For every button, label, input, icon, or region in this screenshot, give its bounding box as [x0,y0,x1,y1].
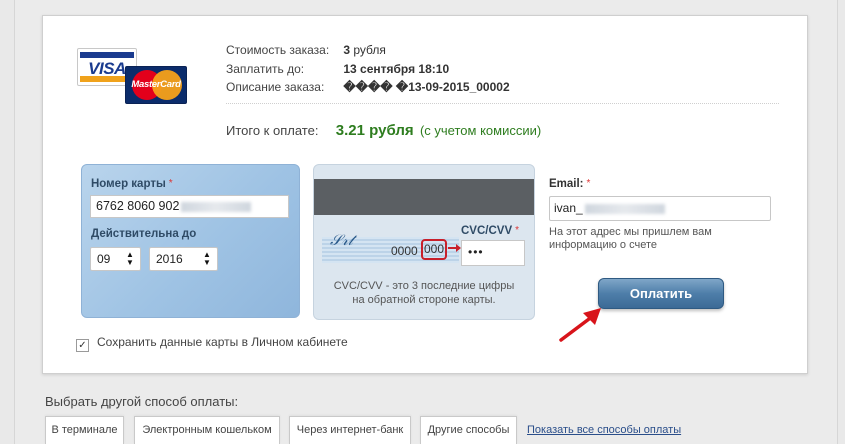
order-description-row: Описание заказа: ���� �13-09-2015_00002 [226,78,510,97]
valid-until-label: Действительна до [91,228,197,240]
card-logos: VISA MasterCard [77,48,189,106]
pay-until-label: Заплатить до: [226,61,305,76]
order-description-value: ���� �13-09-2015_00002 [343,80,510,94]
email-input[interactable]: ivan_ [549,196,771,221]
signature-icon: 𝒮𝓇𝓉 [330,231,353,249]
card-number-label: Номер карты * [91,178,173,190]
order-cost-unit: рубля [353,43,386,57]
save-card-option[interactable]: ✓ Сохранить данные карты в Личном кабинет… [76,335,348,352]
order-description-label: Описание заказа: [226,80,325,94]
tab-terminal[interactable]: В терминале [45,416,124,444]
cvc-hint: CVC/CVV - это 3 последние цифры на обрат… [333,280,515,306]
expiry-month-value: 09 [97,252,111,266]
magnetic-strip [314,179,534,215]
order-cost-row: Стоимость заказа: 3 рубля [226,41,510,60]
tab-other-methods[interactable]: Другие способы [420,416,517,444]
cvc-example-box: 000 [421,239,447,260]
expiry-year-select[interactable]: 2016 ▲ ▼ [149,247,218,271]
pay-until-value: 13 сентября 18:10 [343,61,450,76]
card-back: 𝒮𝓇𝓉 0000 000 CVC/CVV * ••• CVC/CVV - это … [313,164,535,320]
save-card-checkbox[interactable]: ✓ [76,339,89,352]
tab-e-wallet[interactable]: Электронным кошельком [134,416,280,444]
blurred-text [584,203,665,214]
expiry-year-value: 2016 [156,252,183,266]
cvc-input[interactable]: ••• [461,240,525,266]
divider [226,103,779,104]
email-label: Email: * [549,178,591,190]
total-commission-note: (с учетом комиссии) [419,123,542,138]
spinner-arrows-icon: ▲ ▼ [203,250,211,267]
order-cost-value: 3 [343,43,351,57]
show-all-methods-link[interactable]: Показать все способы оплаты [527,424,681,436]
card-back-digits: 0000 [391,244,418,258]
tab-internet-bank[interactable]: Через интернет-банк [289,416,411,444]
cvc-label: CVC/CVV * [461,225,520,237]
card-front: Номер карты * 6762 8060 902 Действительна… [81,164,300,318]
expiry-month-select[interactable]: 09 ▲ ▼ [90,247,141,271]
required-marker: * [515,225,520,236]
card-number-input[interactable]: 6762 8060 902 [90,195,289,218]
mastercard-logo: MasterCard [125,66,187,104]
order-cost-label: Стоимость заказа: [226,43,330,57]
order-info: Стоимость заказа: 3 рубля Заплатить до: … [226,41,510,97]
red-pointer-arrow-icon [559,308,601,342]
required-marker: * [168,178,173,189]
pay-button[interactable]: Оплатить [598,278,724,309]
spinner-arrows-icon: ▲ ▼ [126,250,134,267]
pay-until-row: Заплатить до: 13 сентября 18:10 [226,60,510,79]
mastercard-logo-text: MasterCard [131,79,181,90]
payment-panel: VISA MasterCard Стоимость заказа: 3 рубл… [42,15,808,374]
total-row: Итого к оплате: 3.21 рубля (с учетом ком… [226,122,541,139]
other-methods-title: Выбрать другой способ оплаты: [45,394,239,409]
email-hint: На этот адрес мы пришлем вам информацию … [549,226,712,251]
total-amount: 3.21 рубля [335,122,414,139]
blurred-text [181,201,252,212]
required-marker: * [586,178,591,189]
save-card-label: Сохранить данные карты в Личном кабинете [97,335,348,349]
total-label: Итого к оплате: [226,123,319,138]
